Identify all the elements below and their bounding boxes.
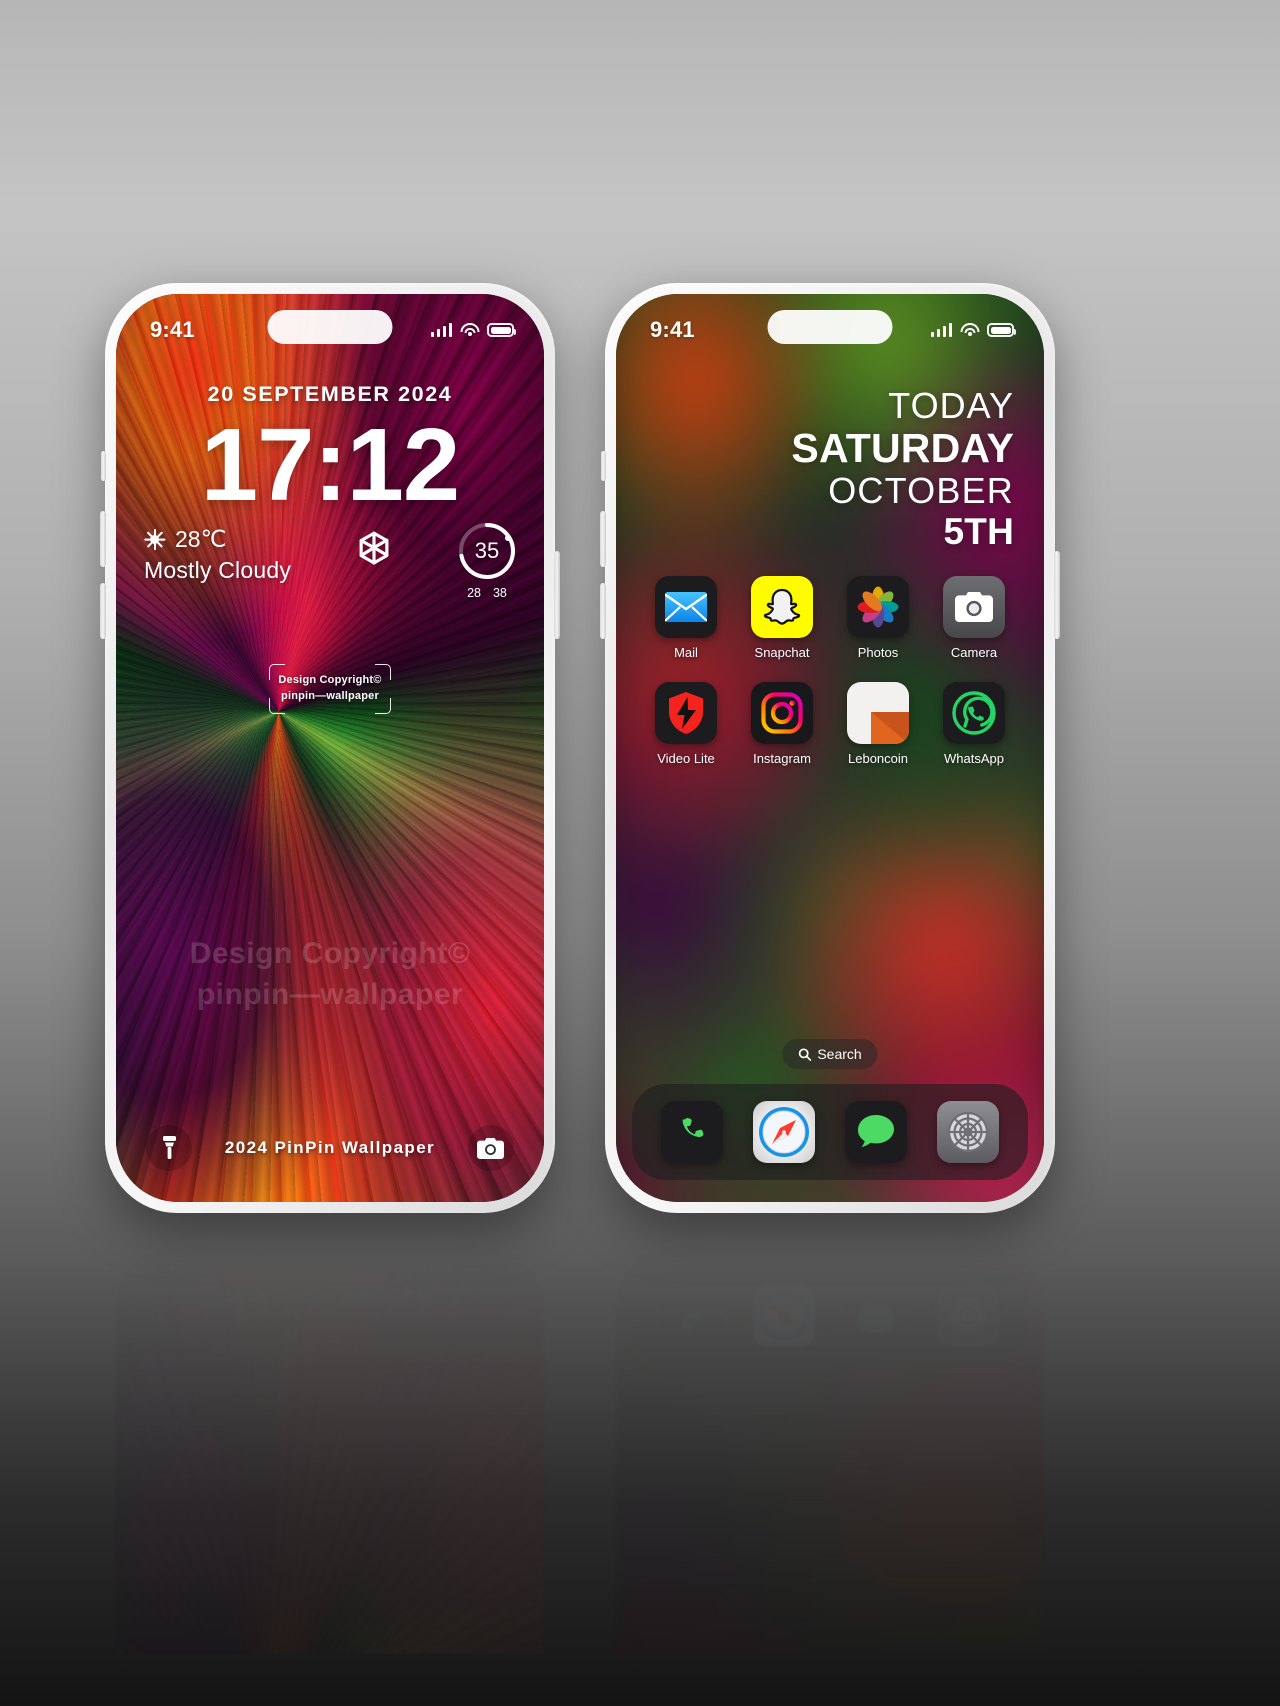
battery-icon xyxy=(987,323,1016,337)
cellular-signal-icon xyxy=(430,323,452,337)
weather-condition: Mostly Cloudy xyxy=(144,557,292,583)
lock-date: 20 SEPTEMBER 2024 xyxy=(207,382,453,406)
app-video-lite[interactable]: Video Lite xyxy=(638,682,734,766)
app-label: Video Lite xyxy=(657,751,715,766)
camera-icon[interactable] xyxy=(467,1125,514,1171)
volume-up-button[interactable] xyxy=(600,511,606,567)
cellular-signal-icon xyxy=(930,323,952,337)
openai-logo-icon[interactable] xyxy=(346,524,402,580)
ring-low: 28 xyxy=(467,586,481,600)
app-label: Snapchat xyxy=(754,645,810,660)
flashlight-icon[interactable] xyxy=(146,1125,192,1171)
ring-value: 35 xyxy=(474,538,500,563)
app-label: Photos xyxy=(857,645,899,660)
home-status-bar: 9:41 xyxy=(616,294,1044,350)
app-label: Mail xyxy=(674,645,698,660)
home-date-widget[interactable]: TODAY SATURDAY OCTOBER 5TH xyxy=(791,385,1014,552)
app-whatsapp[interactable]: WhatsApp xyxy=(926,682,1022,766)
date-today: TODAY xyxy=(888,385,1014,426)
weather-widget[interactable]: 28℃ Mostly Cloudy xyxy=(144,522,291,584)
app-grid: Mail Snapchat Photos Camera Video Lite I… xyxy=(638,576,1022,766)
lock-widgets-row: 28℃ Mostly Cloudy 35 28 38 xyxy=(144,520,518,600)
date-day: 5TH xyxy=(943,510,1014,552)
leboncoin-icon xyxy=(847,682,909,744)
phone-reflection-right xyxy=(605,1224,1055,1654)
date-month: OCTOBER xyxy=(828,470,1014,512)
volume-down-button[interactable] xyxy=(600,583,606,639)
app-mail[interactable]: Mail xyxy=(638,576,734,660)
phone-lock-screen: 9:41 20 SEPTEMBER 2024 17:12 28℃ Mostly … xyxy=(100,283,560,1213)
phone-home-screen: 9:41 TODAY SATURDAY OCTOBER 5TH Mail Sna… xyxy=(600,283,1060,1213)
photos-flower-icon xyxy=(847,576,909,638)
wifi-icon xyxy=(460,323,479,337)
phone-handset-icon[interactable] xyxy=(661,1101,723,1163)
messages-bubble-icon[interactable] xyxy=(845,1101,907,1163)
app-snapchat[interactable]: Snapchat xyxy=(734,576,830,660)
status-time: 9:41 xyxy=(650,317,695,342)
sun-icon xyxy=(144,529,166,550)
battery-icon xyxy=(487,323,516,337)
app-leboncoin[interactable]: Leboncoin xyxy=(830,682,926,766)
settings-gear-icon[interactable] xyxy=(937,1101,999,1163)
silent-switch[interactable] xyxy=(101,451,106,481)
video-lite-bolt-icon xyxy=(655,682,717,744)
app-instagram[interactable]: Instagram xyxy=(734,682,830,766)
app-label: WhatsApp xyxy=(944,751,1004,766)
app-label: Instagram xyxy=(753,751,811,766)
instagram-icon xyxy=(751,682,813,744)
search-button[interactable]: Search xyxy=(782,1039,878,1069)
power-button[interactable] xyxy=(554,551,560,639)
power-button[interactable] xyxy=(1054,551,1060,639)
search-icon xyxy=(798,1047,812,1061)
date-weekday: SATURDAY xyxy=(791,425,1014,472)
watermark-line-2: pinpin—wallpaper xyxy=(196,977,464,1011)
temperature-ring-widget[interactable]: 35 28 38 xyxy=(456,520,518,600)
app-photos[interactable]: Photos xyxy=(830,576,926,660)
weather-temperature: 28℃ xyxy=(175,526,227,552)
home-screen-display: 9:41 TODAY SATURDAY OCTOBER 5TH Mail Sna… xyxy=(616,294,1044,1202)
watermark-line-1: Design Copyright© xyxy=(189,937,471,970)
mail-icon xyxy=(655,576,717,638)
dock xyxy=(632,1084,1028,1180)
silent-switch[interactable] xyxy=(601,451,606,481)
lock-bottom-bar: 2024 PinPin Wallpaper xyxy=(116,1120,544,1176)
wifi-icon xyxy=(960,323,979,337)
camera-icon xyxy=(943,576,1005,638)
volume-up-button[interactable] xyxy=(100,511,106,567)
ring-high: 38 xyxy=(492,586,507,600)
app-label: Camera xyxy=(950,645,998,660)
lock-time: 17:12 xyxy=(200,407,460,522)
volume-down-button[interactable] xyxy=(100,583,106,639)
wallpaper-watermark: Design Copyright© pinpin—wallpaper xyxy=(190,934,471,1015)
whatsapp-icon xyxy=(943,682,1005,744)
lock-status-bar: 9:41 xyxy=(116,294,544,350)
lock-screen-display: 9:41 20 SEPTEMBER 2024 17:12 28℃ Mostly … xyxy=(116,294,544,1202)
copyright-line-2: pinpin—wallpaper xyxy=(281,690,379,702)
search-label: Search xyxy=(817,1046,862,1062)
status-time: 9:41 xyxy=(150,317,195,342)
snapchat-ghost-icon xyxy=(751,576,813,638)
copyright-badge: Design Copyright© pinpin—wallpaper xyxy=(269,664,391,714)
phone-reflection-left: 2024 PinPin Wallpaper xyxy=(105,1224,555,1654)
wallpaper-credit: 2024 PinPin Wallpaper xyxy=(224,1138,436,1157)
copyright-line-1: Design Copyright© xyxy=(278,674,382,687)
app-label: Leboncoin xyxy=(848,751,908,766)
app-camera[interactable]: Camera xyxy=(926,576,1022,660)
safari-compass-icon[interactable] xyxy=(753,1101,815,1163)
